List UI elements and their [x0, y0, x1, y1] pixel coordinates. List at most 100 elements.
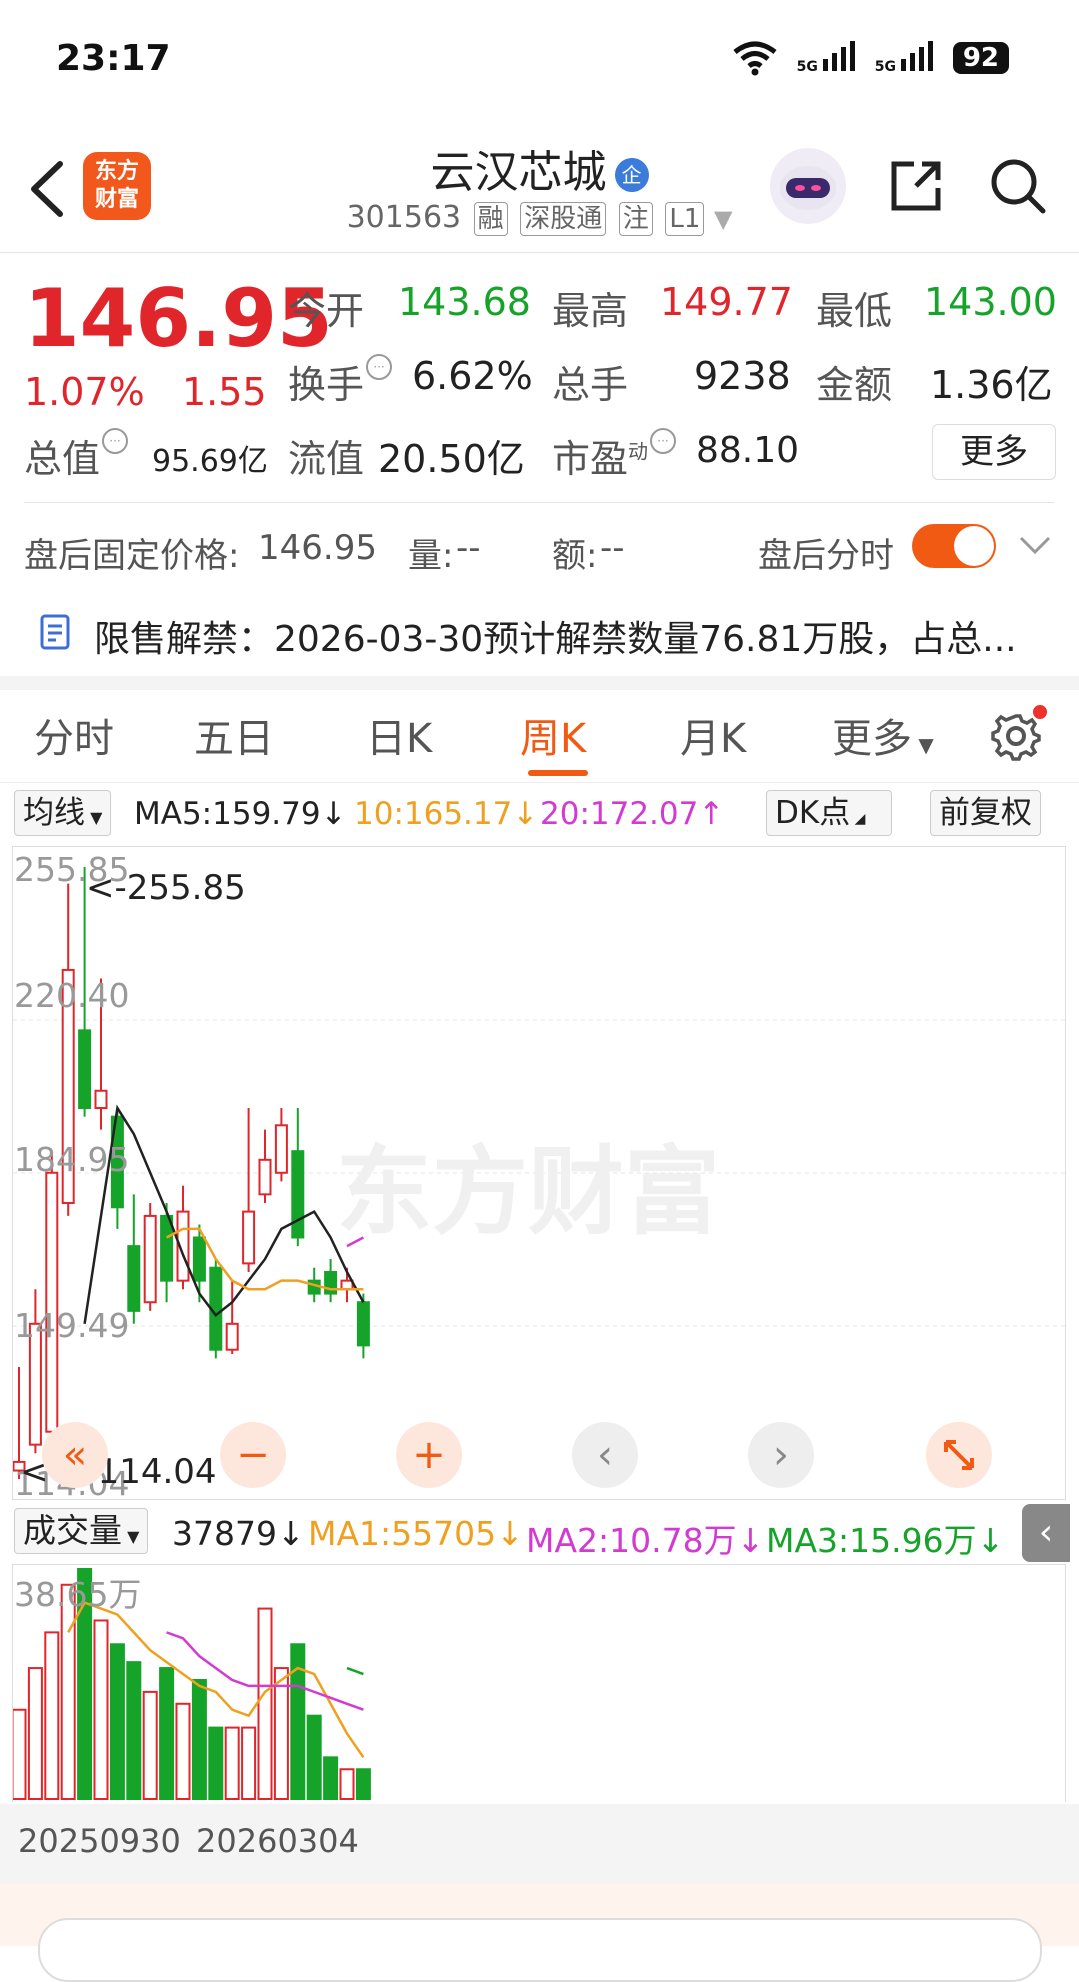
volume-bar	[241, 1726, 257, 1800]
date-start: 20250930	[18, 1822, 181, 1860]
volume-bar	[224, 1726, 240, 1800]
tag-connect: 深股通	[520, 202, 607, 236]
candle-body	[225, 1322, 239, 1351]
volume-bar	[273, 1667, 289, 1800]
volume-svg	[11, 1568, 371, 1801]
ma-selector-label: 均线	[23, 795, 85, 831]
chevron-down-icon[interactable]	[1018, 534, 1052, 556]
zoom-out-button[interactable]: −	[220, 1422, 286, 1488]
after-hours-amt: --	[600, 528, 625, 568]
max-price-marker: <-255.85	[86, 868, 246, 908]
vol-ma1: MA1:55705↓	[308, 1514, 524, 1553]
volume-value: 37879↓	[172, 1514, 305, 1553]
scroll-left-button[interactable]: ‹	[572, 1422, 638, 1488]
network-label-1: 5G	[796, 59, 818, 75]
date-end: 20260304	[196, 1822, 359, 1860]
more-button[interactable]: 更多	[932, 424, 1056, 480]
enterprise-badge-icon: 企	[614, 158, 649, 192]
lockup-notice[interactable]: 限售解禁：2026-03-30预计解禁数量76.81万股，占总...	[94, 610, 1017, 662]
ma-selector[interactable]: 均线 ▼	[14, 790, 112, 836]
volume-selector[interactable]: 成交量 ▼	[14, 1508, 149, 1554]
info-icon[interactable]: ···	[366, 354, 393, 380]
status-icons: 5G 5G 92	[731, 40, 1009, 76]
section-divider	[0, 676, 1079, 690]
volume-indicator-bar: 成交量 ▼ 37879↓ MA1:55705↓ MA2:10.78万↓ MA3:…	[0, 1504, 1079, 1562]
assistant-robot-icon[interactable]	[770, 148, 846, 224]
ma-indicator-bar: 均线 ▼ MA5:159.79↓ 10:165.17↓ 20:172.07↑ D…	[0, 786, 1079, 842]
candle-body	[127, 1245, 141, 1312]
after-hours-toggle[interactable]	[912, 524, 996, 568]
gear-icon[interactable]	[990, 704, 1048, 762]
volume-label: 总手	[552, 363, 629, 407]
volume-bar	[60, 1583, 76, 1800]
low-label: 最低	[816, 289, 893, 333]
info-icon[interactable]: ···	[650, 428, 677, 454]
tab-daily-k[interactable]: 日K	[366, 706, 432, 764]
active-tab-indicator	[528, 770, 588, 776]
caret-down-icon: ▼	[912, 733, 934, 757]
rewind-button[interactable]: «	[42, 1422, 108, 1488]
dropdown-caret-icon: ▼	[713, 205, 733, 233]
tab-weekly-k[interactable]: 周K	[520, 706, 586, 764]
tab-five-day[interactable]: 五日	[194, 706, 274, 764]
volume-bar	[323, 1756, 339, 1801]
battery-icon: 92	[952, 42, 1009, 74]
comment-input[interactable]	[38, 1918, 1042, 1982]
volume-bar	[109, 1643, 125, 1800]
adjust-button[interactable]: 前复权	[930, 790, 1041, 836]
change-amount: 1.55	[182, 370, 267, 414]
candle-body	[143, 1214, 157, 1304]
amount-label: 金额	[816, 363, 893, 407]
after-hours-toggle-label: 盘后分时	[758, 536, 894, 576]
volume-bar	[339, 1768, 355, 1800]
after-hours-price: 146.95	[258, 528, 377, 568]
high-value: 149.77	[660, 280, 793, 324]
candle-body	[242, 1210, 256, 1265]
caret-down-icon: ▼	[85, 808, 103, 827]
candle-body	[274, 1124, 288, 1174]
volume-bar	[142, 1690, 158, 1800]
candle-body	[160, 1214, 174, 1282]
volume-bar	[159, 1667, 175, 1800]
wifi-icon	[733, 41, 777, 76]
search-icon[interactable]	[988, 156, 1048, 216]
ma20-value: 20:172.07↑	[540, 796, 725, 832]
candle-body	[78, 1029, 92, 1110]
share-icon[interactable]	[886, 156, 946, 216]
high-label: 最高	[552, 289, 629, 333]
volume-chart[interactable]	[11, 1564, 1066, 1802]
status-time: 23:17	[56, 38, 171, 79]
after-hours-amt-label: 额:	[552, 536, 598, 576]
dk-point-button[interactable]: DK点 ◢	[766, 790, 892, 836]
vol-ma3: MA3:15.96万↓	[766, 1521, 1005, 1560]
zoom-in-button[interactable]: +	[396, 1422, 462, 1488]
volume-bar	[208, 1726, 224, 1800]
collapse-panel-button[interactable]: ‹	[1022, 1504, 1070, 1562]
watermark: 东方财富	[336, 1136, 720, 1248]
stock-header: 东方 财富 云汉芯城企 301563 融 深股通 注 L1 ▼	[0, 130, 1079, 253]
total-cap-label: 总值 ···	[24, 428, 129, 483]
tab-monthly-k[interactable]: 月K	[680, 706, 746, 764]
tab-intraday[interactable]: 分时	[34, 706, 114, 764]
candle-body	[258, 1158, 272, 1196]
toggle-knob	[954, 526, 994, 566]
open-value: 143.68	[398, 280, 531, 324]
fullscreen-button[interactable]	[926, 1422, 992, 1488]
candle-body	[45, 1171, 59, 1433]
current-price: 146.95	[24, 272, 333, 365]
y-label-3: 184.95	[14, 1140, 130, 1179]
total-cap-value: 95.69亿	[152, 444, 268, 479]
candle-body	[192, 1236, 206, 1282]
info-icon[interactable]: ···	[102, 428, 129, 454]
tag-registered: 注	[618, 202, 653, 236]
volume-value: 9238	[694, 354, 791, 398]
stock-name: 云汉芯城	[430, 147, 607, 198]
date-axis: 20250930 20260304	[0, 1804, 1079, 1884]
float-cap-label: 流值	[288, 437, 365, 481]
volume-selector-label: 成交量	[23, 1511, 122, 1550]
tab-more[interactable]: 更多 ▼	[832, 706, 934, 764]
caret-down-icon: ▼	[122, 1527, 140, 1546]
scroll-right-button[interactable]: ›	[748, 1422, 814, 1488]
volume-bar	[191, 1678, 207, 1800]
y-label-2: 220.40	[14, 976, 130, 1015]
